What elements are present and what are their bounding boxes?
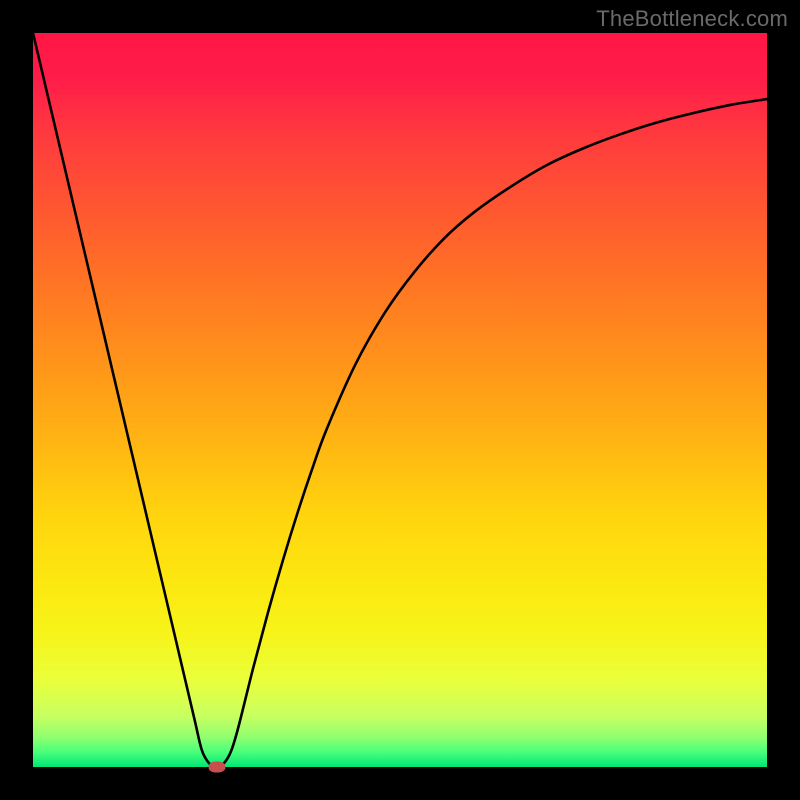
- minimum-marker: [208, 762, 225, 773]
- watermark-text: TheBottleneck.com: [596, 6, 788, 32]
- bottleneck-curve: [33, 33, 767, 767]
- chart-frame: TheBottleneck.com: [0, 0, 800, 800]
- plot-area: [33, 33, 767, 767]
